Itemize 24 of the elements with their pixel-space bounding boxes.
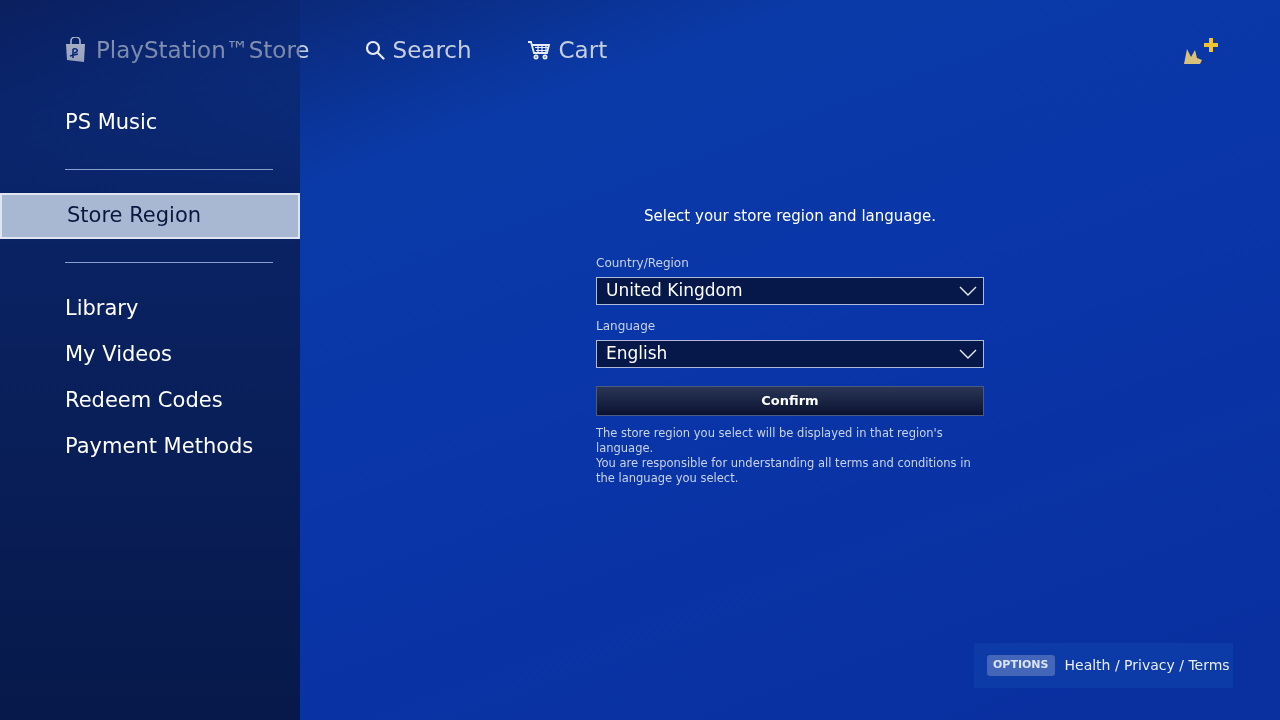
options-key[interactable]: OPTIONS [987, 655, 1055, 676]
notice-text: The store region you select will be displayed in that region's language. [596, 425, 944, 456]
field-label: Language [596, 317, 657, 335]
sidebar-item[interactable]: Store Region [0, 193, 300, 239]
notice-text: You are responsible for understanding all terms and conditions in the language you select. [596, 455, 972, 486]
store-title: PlayStation™Store [96, 35, 310, 65]
search-button[interactable]: Search [364, 32, 472, 68]
chevron-down-icon [959, 348, 977, 359]
cart-button[interactable]: Cart [526, 32, 608, 68]
chevron-down-icon [959, 285, 977, 296]
form-heading: Select your store region and language. [642, 206, 937, 227]
sidebar-item[interactable]: PS Music [0, 100, 300, 146]
sidebar-item[interactable]: Library [0, 286, 300, 332]
plus-icon [1204, 38, 1218, 52]
dropdown-field[interactable]: United Kingdom [596, 276, 984, 305]
cart-icon [526, 40, 551, 60]
footer-links[interactable]: Health / Privacy / Terms [1064, 655, 1230, 676]
sidebar-item[interactable]: Payment Methods [0, 424, 300, 470]
confirm-button[interactable]: Confirm [596, 385, 984, 416]
search-icon [364, 40, 385, 60]
field-label: Country/Region [596, 254, 690, 272]
sidebar-item[interactable]: My Videos [0, 332, 300, 378]
dropdown-field[interactable]: English [596, 339, 984, 368]
sidebar-item[interactable]: Redeem Codes [0, 378, 300, 424]
